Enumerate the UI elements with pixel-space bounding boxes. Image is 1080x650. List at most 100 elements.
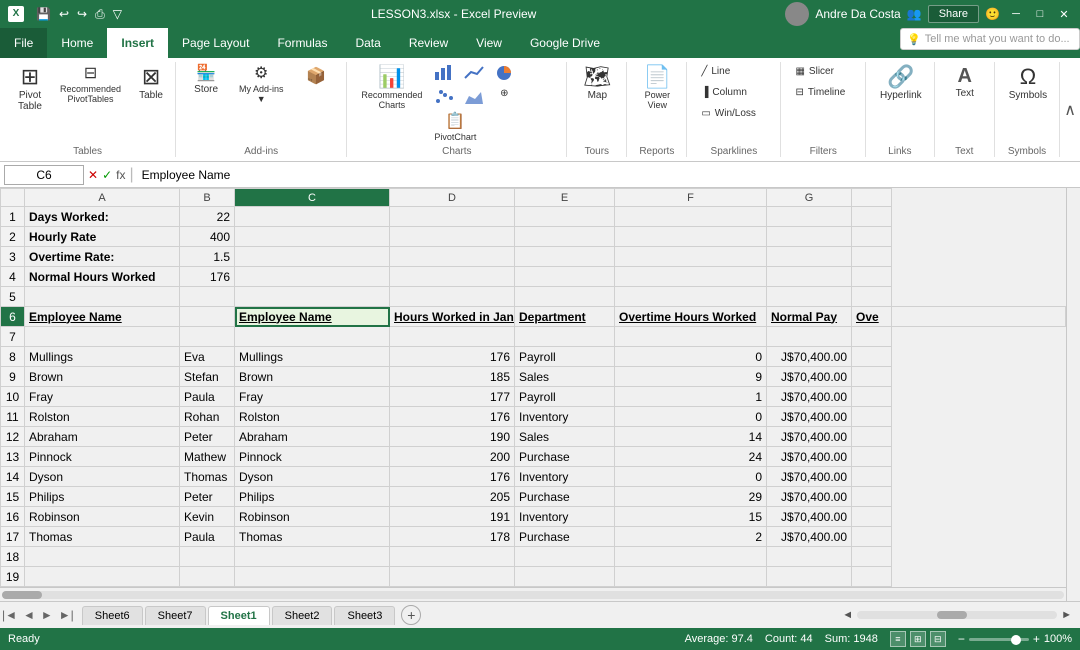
save-icon[interactable]: 💾: [34, 5, 53, 23]
cell-r6-c4[interactable]: Department: [515, 307, 615, 327]
cell-r19-c3[interactable]: [390, 567, 515, 587]
scatter-chart-button[interactable]: [430, 86, 458, 108]
insert-function-icon[interactable]: fx: [116, 168, 125, 182]
col-header-C[interactable]: C: [235, 189, 390, 207]
cell-r3-c0[interactable]: Overtime Rate:: [25, 247, 180, 267]
cell-r8-c1[interactable]: Eva: [180, 347, 235, 367]
cell-r10-c5[interactable]: 1: [615, 387, 767, 407]
cell-r18-c6[interactable]: [767, 547, 852, 567]
cell-r7-c0[interactable]: [25, 327, 180, 347]
cell-r5-c6[interactable]: [767, 287, 852, 307]
cell-r1-c0[interactable]: Days Worked:: [25, 207, 180, 227]
horizontal-scrollbar[interactable]: [0, 587, 1066, 601]
cell-r2-c6[interactable]: [767, 227, 852, 247]
tab-review[interactable]: Review: [395, 28, 462, 58]
cell-r2-c5[interactable]: [615, 227, 767, 247]
row-header-16[interactable]: 16: [1, 507, 25, 527]
pivotchart-button[interactable]: 📋 PivotChart: [430, 112, 480, 144]
cell-r4-c4[interactable]: [515, 267, 615, 287]
cell-r2-c1[interactable]: 400: [180, 227, 235, 247]
cell-r7-c5[interactable]: [615, 327, 767, 347]
row-header-17[interactable]: 17: [1, 527, 25, 547]
cell-r15-c0[interactable]: Philips: [25, 487, 180, 507]
cell-r15-c1[interactable]: Peter: [180, 487, 235, 507]
winloss-sparkline-button[interactable]: ▭Win/Loss: [695, 104, 775, 123]
cell-r10-c0[interactable]: Fray: [25, 387, 180, 407]
zoom-slider[interactable]: [969, 638, 1029, 641]
recommended-charts-button[interactable]: 📊 RecommendedCharts: [355, 62, 428, 114]
more-charts-button[interactable]: ⊕: [490, 86, 518, 108]
cell-r6-c7[interactable]: Ove: [852, 307, 892, 327]
add-sheet-button[interactable]: +: [401, 605, 421, 625]
row-header-18[interactable]: 18: [1, 547, 25, 567]
cell-r1-c1[interactable]: 22: [180, 207, 235, 227]
close-button[interactable]: ✕: [1056, 6, 1072, 22]
row-header-5[interactable]: 5: [1, 287, 25, 307]
minimize-button[interactable]: ─: [1008, 6, 1024, 22]
cell-r13-c6[interactable]: J$70,400.00: [767, 447, 852, 467]
redo-icon[interactable]: ↪: [75, 5, 89, 23]
addin-extra-button[interactable]: 📦: [294, 62, 338, 90]
h-scroll-thumb-bottom[interactable]: [937, 611, 967, 619]
cell-r1-c6[interactable]: [767, 207, 852, 227]
cell-r11-c0[interactable]: Rolston: [25, 407, 180, 427]
pagelayout-view-button[interactable]: ⊞: [910, 631, 926, 647]
cell-r15-c2[interactable]: Philips: [235, 487, 390, 507]
col-header-D[interactable]: D: [390, 189, 515, 207]
cell-r14-c2[interactable]: Dyson: [235, 467, 390, 487]
col-header-A[interactable]: A: [25, 189, 180, 207]
cell-r2-c4[interactable]: [515, 227, 615, 247]
normal-view-button[interactable]: ≡: [890, 631, 906, 647]
cell-r6-c5[interactable]: Overtime Hours Worked: [615, 307, 767, 327]
cell-r18-c4[interactable]: [515, 547, 615, 567]
cell-r19-c1[interactable]: [180, 567, 235, 587]
cell-r3-c3[interactable]: [390, 247, 515, 267]
cell-r8-c3[interactable]: 176: [390, 347, 515, 367]
row-header-13[interactable]: 13: [1, 447, 25, 467]
hyperlink-button[interactable]: 🔗 Hyperlink: [874, 62, 928, 105]
row-header-7[interactable]: 7: [1, 327, 25, 347]
cell-r14-c3[interactable]: 176: [390, 467, 515, 487]
cell-r3-c6[interactable]: [767, 247, 852, 267]
name-box[interactable]: [4, 165, 84, 185]
col-header-E[interactable]: E: [515, 189, 615, 207]
tab-formulas[interactable]: Formulas: [263, 28, 341, 58]
row-header-10[interactable]: 10: [1, 387, 25, 407]
cell-r11-c5[interactable]: 0: [615, 407, 767, 427]
sheet-tab-sheet6[interactable]: Sheet6: [82, 606, 143, 625]
pie-chart-button[interactable]: [490, 62, 518, 84]
cell-r1-c3[interactable]: [390, 207, 515, 227]
cell-r6-c1[interactable]: [180, 307, 235, 327]
store-button[interactable]: 🏪 Store: [184, 62, 228, 99]
cell-r1-c5[interactable]: [615, 207, 767, 227]
undo-icon[interactable]: ↩: [57, 5, 71, 23]
cell-r16-c5[interactable]: 15: [615, 507, 767, 527]
cell-r12-c1[interactable]: Peter: [180, 427, 235, 447]
cell-r17-c1[interactable]: Paula: [180, 527, 235, 547]
share-button[interactable]: Share: [928, 5, 979, 23]
cell-r6-c6[interactable]: Normal Pay: [767, 307, 852, 327]
cell-r9-c1[interactable]: Stefan: [180, 367, 235, 387]
tab-data[interactable]: Data: [341, 28, 394, 58]
cell-r7-c6[interactable]: [767, 327, 852, 347]
cell-r16-c4[interactable]: Inventory: [515, 507, 615, 527]
zoom-in-icon[interactable]: +: [1033, 632, 1040, 646]
row-header-1[interactable]: 1: [1, 207, 25, 227]
col-header-F[interactable]: F: [615, 189, 767, 207]
cell-r5-c1[interactable]: [180, 287, 235, 307]
maximize-button[interactable]: □: [1032, 6, 1048, 22]
row-header-11[interactable]: 11: [1, 407, 25, 427]
cell-r13-c5[interactable]: 24: [615, 447, 767, 467]
cell-r11-c4[interactable]: Inventory: [515, 407, 615, 427]
column-sparkline-button[interactable]: ▐Column: [695, 83, 775, 102]
vertical-scrollbar[interactable]: [1066, 188, 1080, 601]
row-header-14[interactable]: 14: [1, 467, 25, 487]
cell-r4-c3[interactable]: [390, 267, 515, 287]
cell-r13-c1[interactable]: Mathew: [180, 447, 235, 467]
sheet-tab-sheet3[interactable]: Sheet3: [334, 606, 395, 625]
cell-r13-c3[interactable]: 200: [390, 447, 515, 467]
symbols-button[interactable]: Ω Symbols: [1003, 62, 1053, 105]
cell-r12-c3[interactable]: 190: [390, 427, 515, 447]
cell-r17-c5[interactable]: 2: [615, 527, 767, 547]
line-chart-button[interactable]: [460, 62, 488, 84]
